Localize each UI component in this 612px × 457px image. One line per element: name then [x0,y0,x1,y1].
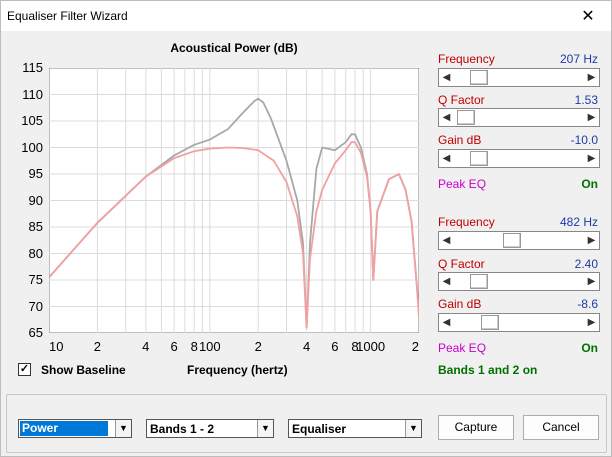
x-tick-label: 1000 [356,339,386,354]
chevron-down-icon[interactable]: ▼ [405,420,421,437]
slider-left-arrow-icon[interactable]: ◀ [439,69,454,86]
cancel-button[interactable]: Cancel [523,415,599,440]
band2-gain-slider[interactable]: ◀ ▶ [438,313,600,332]
slider-thumb[interactable] [480,315,499,330]
band1-q-value: 1.53 [574,93,598,107]
y-tick-label: 80 [28,245,43,261]
show-baseline-checkbox[interactable]: ✓ [18,363,31,376]
acoustical-power-plot [49,68,419,333]
mode-select-value: Power [20,421,108,436]
band2-frequency-slider[interactable]: ◀ ▶ [438,231,600,250]
y-tick-label: 70 [28,298,43,314]
filter-select-value: Equaliser [292,422,347,436]
y-tick-label: 95 [28,166,43,181]
slider-thumb[interactable] [469,151,488,166]
close-icon: ✕ [581,8,595,25]
slider-left-arrow-icon[interactable]: ◀ [439,232,454,249]
x-tick-label: 4 [302,339,311,354]
slider-thumb[interactable] [457,110,476,125]
band1-type-label: Peak EQ [438,177,487,191]
band2-type-label: Peak EQ [438,341,487,355]
band2-gain-label: Gain dB [438,297,482,311]
chevron-down-icon[interactable]: ▼ [115,420,131,437]
y-tick-label: 115 [22,60,43,75]
bands-select[interactable]: Bands 1 - 2 ▼ [146,419,274,438]
slider-right-arrow-icon[interactable]: ▶ [584,232,599,249]
x-axis-label: Frequency (hertz) [187,363,288,377]
slider-left-arrow-icon[interactable]: ◀ [439,273,454,290]
x-tick-label: 10 [49,339,64,354]
x-tick-label: 2 [411,339,419,354]
band1-gain-value: -10.0 [570,133,598,147]
slider-left-arrow-icon[interactable]: ◀ [439,314,454,331]
band1-gain-slider[interactable]: ◀ ▶ [438,149,600,168]
window-title: Equaliser Filter Wizard [7,9,128,23]
x-tick-label: 6 [331,339,339,354]
band1-frequency-label: Frequency [438,52,495,66]
band1-q-slider[interactable]: ◀ ▶ [438,108,600,127]
slider-thumb[interactable] [503,233,522,248]
x-tick-label: 100 [198,339,221,354]
title-bar: Equaliser Filter Wizard ✕ [1,1,611,31]
band2-q-slider[interactable]: ◀ ▶ [438,272,600,291]
band1-gain-label: Gain dB [438,133,482,147]
close-button[interactable]: ✕ [567,1,609,31]
band2-state[interactable]: On [581,341,598,355]
band2-gain-value: -8.6 [577,297,598,311]
chart-title: Acoustical Power (dB) [170,41,298,55]
capture-button[interactable]: Capture [438,415,514,440]
band2-q-value: 2.40 [574,257,598,271]
band1-state[interactable]: On [581,177,598,191]
checkmark-icon: ✓ [19,363,30,375]
slider-left-arrow-icon[interactable]: ◀ [439,150,454,167]
y-tick-label: 75 [28,272,43,287]
y-tick-label: 105 [21,113,43,128]
x-tick-label: 2 [254,339,262,354]
y-tick-label: 110 [22,86,43,102]
slider-right-arrow-icon[interactable]: ▶ [584,314,599,331]
chevron-down-icon[interactable]: ▼ [257,420,273,437]
slider-right-arrow-icon[interactable]: ▶ [584,273,599,290]
band2-frequency-label: Frequency [438,215,495,229]
filter-select[interactable]: Equaliser ▼ [288,419,422,438]
slider-thumb[interactable] [469,70,488,85]
band1-q-label: Q Factor [438,93,485,107]
y-tick-label: 85 [28,219,43,234]
bands-status: Bands 1 and 2 on [438,363,538,377]
equaliser-filter-wizard-window: Equaliser Filter Wizard ✕ Acoustical Pow… [0,0,612,457]
x-tick-label: 6 [170,339,178,354]
band2-q-label: Q Factor [438,257,485,271]
show-baseline-label[interactable]: Show Baseline [41,363,126,377]
y-tick-label: 90 [28,192,43,208]
x-tick-label: 2 [93,339,102,354]
band2-frequency-value: 482 Hz [559,215,598,229]
slider-right-arrow-icon[interactable]: ▶ [584,109,599,126]
mode-select[interactable]: Power ▼ [18,419,132,438]
band1-frequency-slider[interactable]: ◀ ▶ [438,68,600,87]
slider-left-arrow-icon[interactable]: ◀ [439,109,454,126]
y-tick-label: 65 [28,325,43,340]
slider-right-arrow-icon[interactable]: ▶ [584,150,599,167]
slider-right-arrow-icon[interactable]: ▶ [584,69,599,86]
y-tick-label: 100 [21,139,43,155]
x-tick-label: 4 [142,339,150,354]
bands-select-value: Bands 1 - 2 [150,422,215,436]
band1-frequency-value: 207 Hz [559,52,598,66]
slider-thumb[interactable] [469,274,488,289]
x-tick-label: 8 [190,339,198,354]
